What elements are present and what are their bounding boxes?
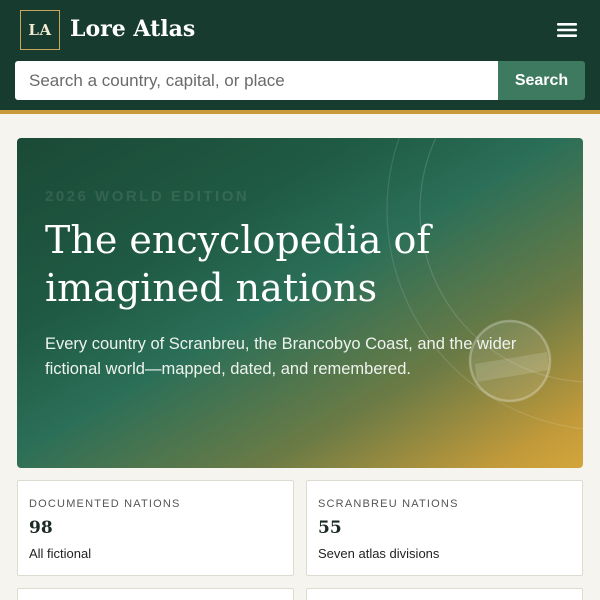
stat-description: Seven atlas divisions (318, 546, 440, 561)
hero-banner: 2026 WORLD EDITION The encyclopedia of i… (17, 138, 583, 468)
logo-mark[interactable]: LA (20, 10, 60, 50)
stat-card-partial (17, 588, 294, 600)
stat-label: DOCUMENTED NATIONS (29, 498, 181, 510)
hamburger-menu-icon[interactable] (552, 18, 582, 42)
stat-description: All fictional (29, 546, 92, 561)
stat-card-documented-nations: DOCUMENTED NATIONS 98 All fictional (17, 480, 294, 576)
stat-card-scranbreu-nations: SCRANBREU NATIONS 55 Seven atlas divisio… (306, 480, 583, 576)
hero-subtitle: Every country of Scranbreu, the Brancoby… (45, 335, 517, 378)
hero-eyebrow: 2026 WORLD EDITION (45, 188, 250, 205)
app-name[interactable]: Lore Atlas (70, 14, 195, 44)
site-header: LA Lore Atlas Search (0, 0, 600, 114)
hero-title: The encyclopedia of imagined nations (45, 218, 431, 310)
search-button[interactable]: Search (498, 61, 585, 100)
stat-card-partial (306, 588, 583, 600)
stat-label: SCRANBREU NATIONS (318, 498, 459, 510)
stat-value: 55 (318, 518, 342, 538)
header-accent-rule (0, 110, 600, 114)
stat-value: 98 (29, 518, 53, 538)
search-input[interactable] (15, 61, 498, 100)
